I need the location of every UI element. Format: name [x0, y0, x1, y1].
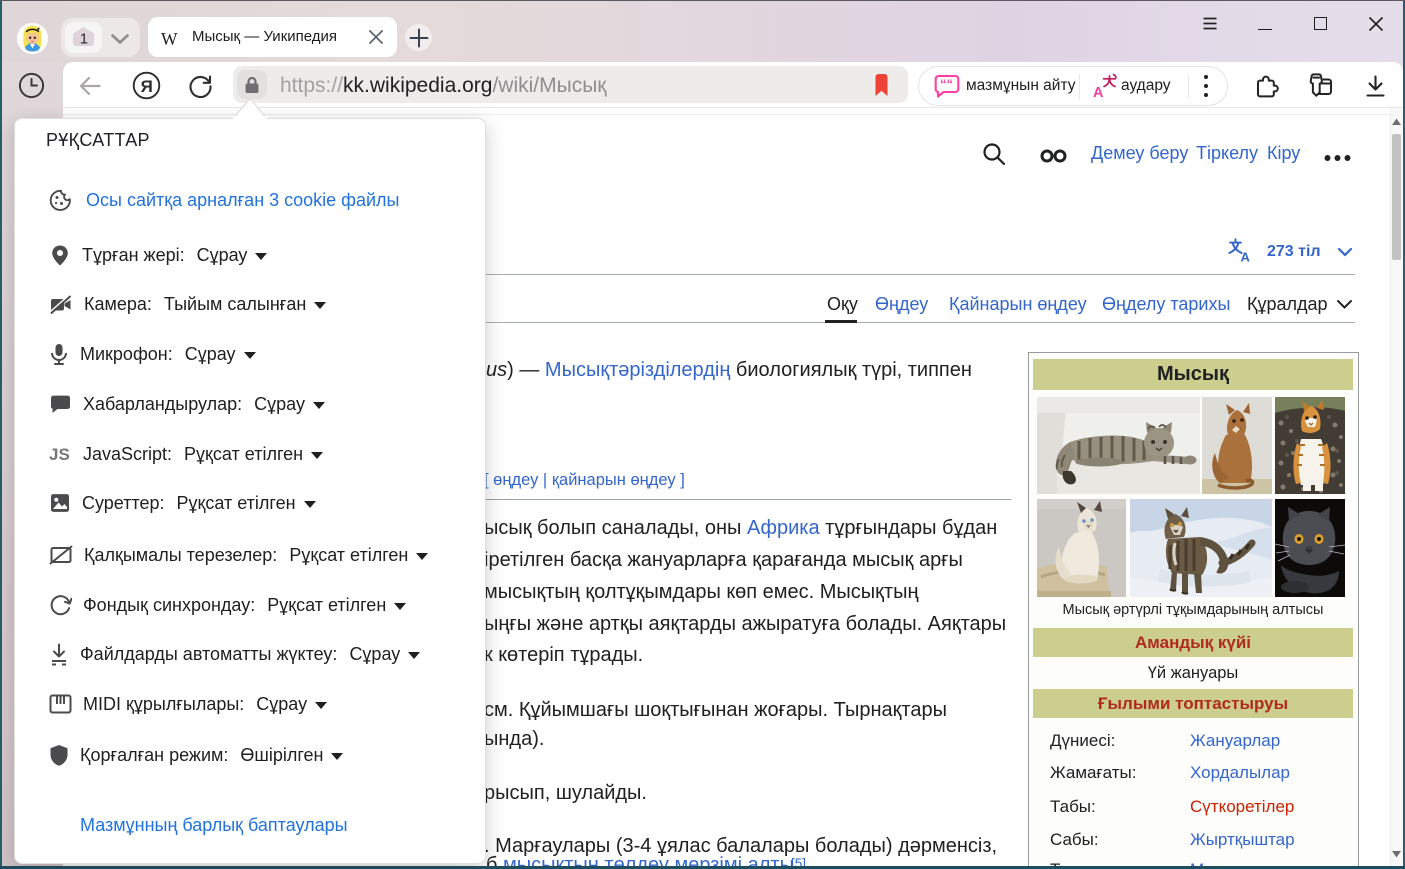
svg-text:JS: JS: [49, 445, 70, 464]
svg-text:A: A: [1241, 250, 1251, 263]
svg-text:1: 1: [80, 31, 88, 48]
svg-text:“: “: [947, 77, 954, 92]
svg-text:A: A: [1093, 85, 1104, 99]
svg-text:Я: Я: [141, 77, 153, 96]
